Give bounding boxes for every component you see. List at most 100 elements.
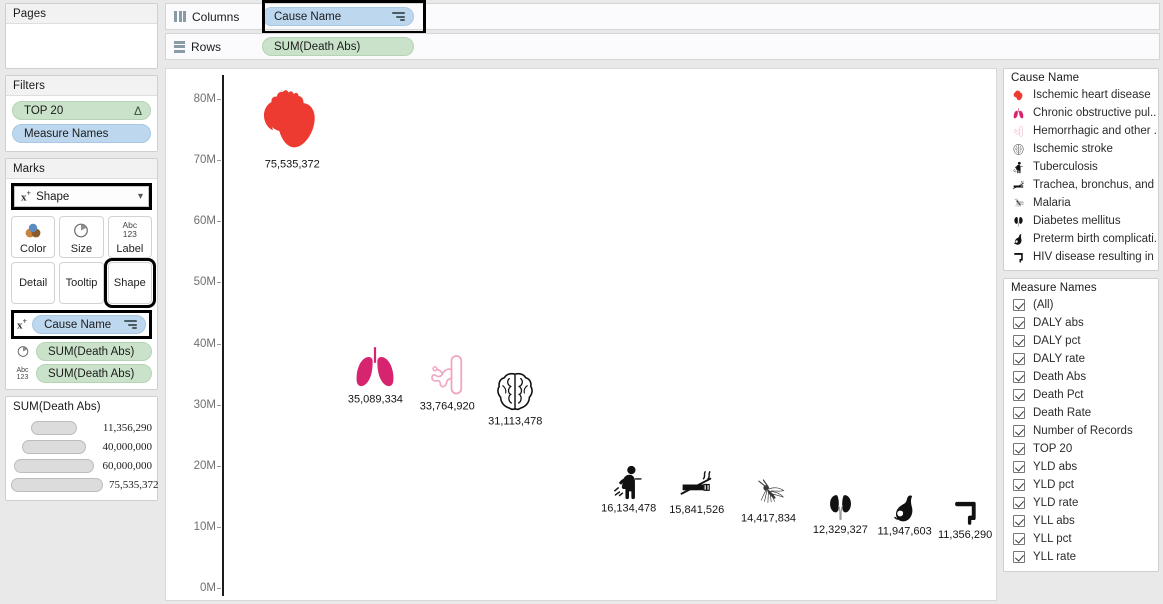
cause-name-legend-items[interactable]: Ischemic heart disease Chronic obstructi… xyxy=(1004,86,1158,270)
filters-dropzone[interactable]: TOP 20 Δ Measure Names xyxy=(6,96,157,151)
cause-legend-item-label: Tuberculosis xyxy=(1033,161,1098,173)
marks-size-button[interactable]: Size xyxy=(59,216,104,258)
stomach-icon xyxy=(889,492,921,524)
measure-name-checkbox[interactable] xyxy=(1013,317,1025,329)
pages-dropzone[interactable] xyxy=(6,24,157,64)
cause-legend-item[interactable]: Chronic obstructive pul.. xyxy=(1004,104,1158,122)
tableau-worksheet: Pages Filters TOP 20 Δ Measure Names Mar… xyxy=(0,0,1163,604)
sort-descending-icon xyxy=(124,319,137,330)
y-axis-tick-label: 40M xyxy=(166,338,221,350)
measure-name-checkbox[interactable] xyxy=(1013,425,1025,437)
cause-legend-item[interactable]: Malaria xyxy=(1004,194,1158,212)
measure-name-item[interactable]: Death Abs xyxy=(1004,368,1158,386)
measure-names-items[interactable]: (All) DALY abs DALY pct DALY rate Death … xyxy=(1004,296,1158,571)
measure-name-checkbox[interactable] xyxy=(1013,353,1025,365)
measure-name-item[interactable]: YLD rate xyxy=(1004,494,1158,512)
measure-name-item[interactable]: Death Pct xyxy=(1004,386,1158,404)
shelf-pill-sum-death-abs[interactable]: SUM(Death Abs) xyxy=(262,37,414,56)
measure-name-checkbox[interactable] xyxy=(1013,371,1025,383)
filter-pill-top20-label: TOP 20 xyxy=(24,104,64,117)
shelf-pill-cause-name[interactable]: Cause Name xyxy=(262,7,414,26)
heart-icon xyxy=(254,82,330,158)
filter-pill-measure-names[interactable]: Measure Names xyxy=(12,124,151,143)
size-legend-row[interactable]: 11,356,290 xyxy=(11,418,152,437)
columns-shelf-pills: Cause Name xyxy=(262,7,414,26)
measure-name-checkbox[interactable] xyxy=(1013,389,1025,401)
measure-name-checkbox[interactable] xyxy=(1013,299,1025,311)
size-legend-row[interactable]: 40,000,000 xyxy=(11,437,152,456)
measure-name-label: Number of Records xyxy=(1033,425,1133,437)
columns-shelf[interactable]: Columns Cause Name xyxy=(165,0,1160,34)
measure-name-checkbox[interactable] xyxy=(1013,533,1025,545)
sort-descending-icon xyxy=(392,11,405,22)
filter-pill-top20[interactable]: TOP 20 Δ xyxy=(12,101,151,120)
columns-shelf-label-group: Columns xyxy=(170,10,262,24)
measure-name-checkbox[interactable] xyxy=(1013,443,1025,455)
measure-name-item[interactable]: YLL pct xyxy=(1004,530,1158,548)
mark-type-dropdown[interactable]: x+ Shape ▾ xyxy=(14,186,149,207)
rows-shelf[interactable]: Rows SUM(Death Abs) xyxy=(165,33,1160,60)
cause-legend-item[interactable]: Preterm birth complicati.. xyxy=(1004,230,1158,248)
shelf-pill-cause-name-label: Cause Name xyxy=(274,10,342,23)
size-legend-row[interactable]: 60,000,000 xyxy=(11,456,152,475)
marks-shape-button[interactable]: Shape xyxy=(103,258,157,308)
y-axis-tick-label: 60M xyxy=(166,215,221,227)
measure-name-item[interactable]: DALY abs xyxy=(1004,314,1158,332)
measure-name-checkbox[interactable] xyxy=(1013,515,1025,527)
cause-legend-item[interactable]: Hemorrhagic and other .. xyxy=(1004,122,1158,140)
measure-name-checkbox[interactable] xyxy=(1013,407,1025,419)
cause-legend-item[interactable]: HIV disease resulting in .. xyxy=(1004,248,1158,266)
cause-legend-item[interactable]: Tuberculosis xyxy=(1004,158,1158,176)
data-mark-label: 33,764,920 xyxy=(419,400,475,413)
marks-label-button[interactable]: Abc 123 Label xyxy=(107,216,152,258)
measure-name-item[interactable]: (All) xyxy=(1004,296,1158,314)
measure-name-item[interactable]: YLL rate xyxy=(1004,548,1158,566)
measure-name-checkbox[interactable] xyxy=(1013,497,1025,509)
measure-name-item[interactable]: DALY rate xyxy=(1004,350,1158,368)
marks-color-button[interactable]: Color xyxy=(11,216,56,258)
marks-tooltip-button[interactable]: Tooltip xyxy=(59,262,104,304)
measure-name-checkbox[interactable] xyxy=(1013,335,1025,347)
measure-name-item[interactable]: TOP 20 xyxy=(1004,440,1158,458)
measure-name-checkbox[interactable] xyxy=(1013,551,1025,563)
no-smoking-icon xyxy=(678,466,715,503)
shape-encoding-highlight-box: x+ Cause Name xyxy=(11,310,152,339)
measure-name-label: YLD rate xyxy=(1033,497,1079,509)
measure-name-label: YLD pct xyxy=(1033,479,1074,491)
measure-name-label: YLL pct xyxy=(1033,533,1072,545)
hiv-ribbon-icon xyxy=(1011,251,1026,264)
measure-name-checkbox[interactable] xyxy=(1013,479,1025,491)
size-legend-items[interactable]: 11,356,290 40,000,000 60,000,000 75,535,… xyxy=(6,414,159,500)
left-sidebar: Pages Filters TOP 20 Δ Measure Names Mar… xyxy=(0,0,162,604)
marks-buttons-grid: Color Size Abc 123 Label Detail Tooltip … xyxy=(11,216,157,308)
data-mark-label: 16,134,478 xyxy=(601,502,657,515)
y-axis-tickmark xyxy=(217,465,221,467)
blood-vessel-icon xyxy=(423,351,471,399)
encoding-pill-cause-name[interactable]: Cause Name xyxy=(32,315,146,334)
measure-name-item[interactable]: YLL abs xyxy=(1004,512,1158,530)
cause-legend-item-label: Diabetes mellitus xyxy=(1033,215,1121,227)
y-axis-tickmark xyxy=(217,282,221,284)
encoding-pill-label-sum-death-abs[interactable]: SUM(Death Abs) xyxy=(36,364,152,383)
measure-name-item[interactable]: DALY pct xyxy=(1004,332,1158,350)
cause-legend-item[interactable]: Trachea, bronchus, and .. xyxy=(1004,176,1158,194)
filters-title: Filters xyxy=(6,76,157,96)
y-axis-tickmark xyxy=(217,404,221,406)
plot-area: 0M 10M 20M 30M 40M 50M 60M 70M 80M 75,535,372 35… xyxy=(166,69,996,600)
measure-name-item[interactable]: Number of Records xyxy=(1004,422,1158,440)
cause-legend-item[interactable]: Ischemic stroke xyxy=(1004,140,1158,158)
measure-name-checkbox[interactable] xyxy=(1013,461,1025,473)
marks-card: Marks x+ Shape ▾ Color Size Abc 123 Labe… xyxy=(5,158,158,390)
measure-name-item[interactable]: YLD abs xyxy=(1004,458,1158,476)
measure-name-item[interactable]: YLD pct xyxy=(1004,476,1158,494)
measure-name-label: DALY abs xyxy=(1033,317,1084,329)
cause-legend-item[interactable]: Diabetes mellitus xyxy=(1004,212,1158,230)
measure-name-item[interactable]: Death Rate xyxy=(1004,404,1158,422)
size-legend-row[interactable]: 75,535,372 xyxy=(11,475,159,494)
y-axis-tickmark xyxy=(217,160,221,162)
marks-detail-button[interactable]: Detail xyxy=(11,262,56,304)
chart-canvas[interactable]: 0M 10M 20M 30M 40M 50M 60M 70M 80M 75,535,372 35… xyxy=(165,68,997,601)
cause-legend-item[interactable]: Ischemic heart disease xyxy=(1004,86,1158,104)
encoding-pill-size-sum-death-abs[interactable]: SUM(Death Abs) xyxy=(36,342,152,361)
rows-shelf-pills: SUM(Death Abs) xyxy=(262,37,414,56)
